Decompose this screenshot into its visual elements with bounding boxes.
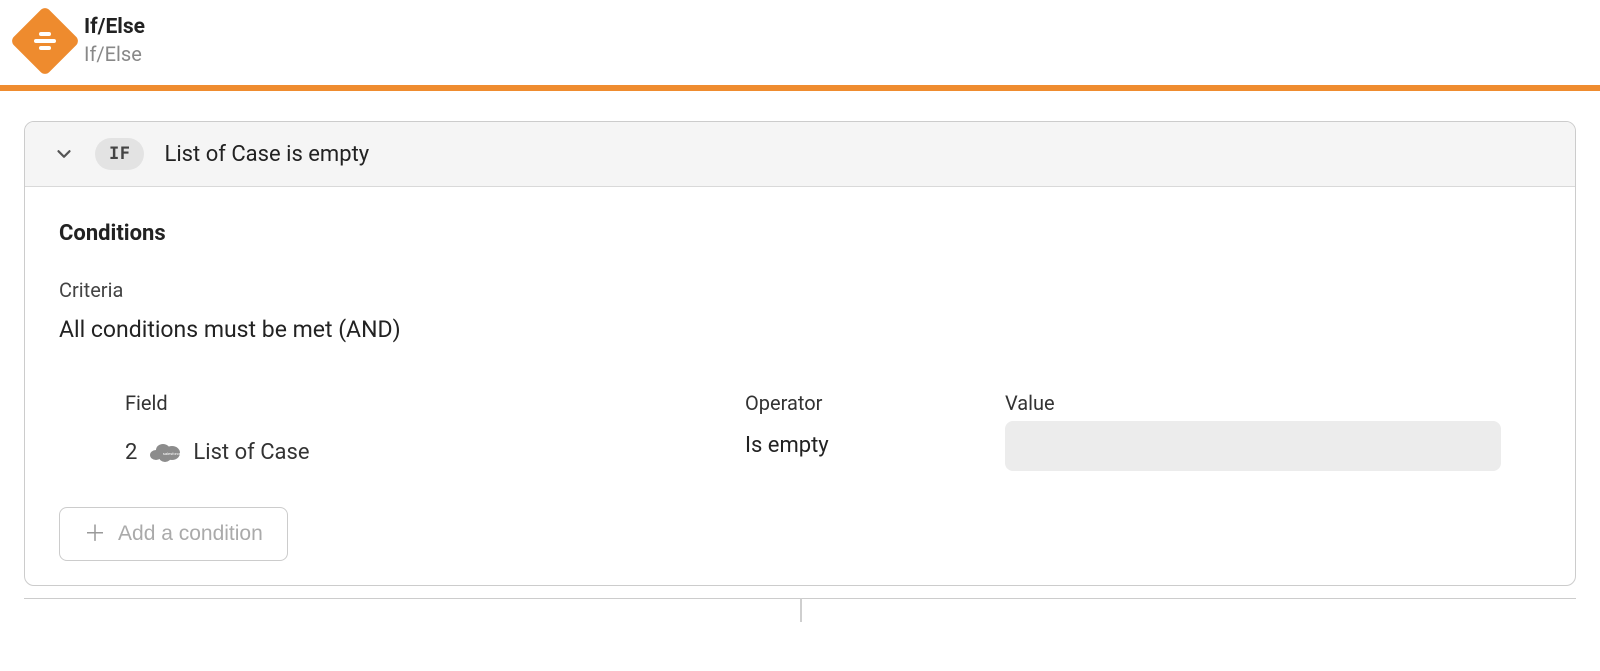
header-title: If/Else	[84, 14, 145, 41]
svg-text:salesforce: salesforce	[163, 451, 181, 456]
conditions-table: Field Operator Value 2 salesforce	[59, 391, 1541, 471]
if-panel-title: List of Case is empty	[164, 142, 369, 167]
if-panel-header[interactable]: IF List of Case is empty	[25, 122, 1575, 187]
if-panel: IF List of Case is empty Conditions Crit…	[24, 121, 1576, 586]
ifelse-icon	[10, 5, 81, 76]
column-header-operator: Operator	[745, 391, 1005, 415]
condition-field-cell[interactable]: 2 salesforce List of Case	[125, 433, 745, 471]
header-subtitle: If/Else	[84, 41, 145, 67]
column-header-field: Field	[125, 391, 745, 415]
add-condition-label: Add a condition	[118, 522, 263, 546]
salesforce-icon: salesforce	[149, 441, 181, 463]
chevron-down-icon[interactable]	[53, 143, 75, 165]
if-panel-body: Conditions Criteria All conditions must …	[25, 187, 1575, 585]
condition-value-cell[interactable]	[1005, 421, 1501, 471]
condition-step-number: 2	[125, 440, 137, 465]
flow-connector	[24, 598, 1576, 622]
criteria-label: Criteria	[59, 278, 1541, 302]
condition-operator-cell[interactable]: Is empty	[745, 433, 1005, 471]
page-header: If/Else If/Else	[0, 0, 1600, 85]
if-badge: IF	[95, 138, 144, 170]
plus-icon: ＋	[84, 523, 106, 545]
conditions-section-title: Conditions	[59, 221, 1541, 246]
add-condition-button[interactable]: ＋ Add a condition	[59, 507, 288, 561]
criteria-value[interactable]: All conditions must be met (AND)	[59, 316, 1541, 343]
column-header-value: Value	[1005, 391, 1501, 415]
condition-field-label: List of Case	[193, 440, 309, 465]
